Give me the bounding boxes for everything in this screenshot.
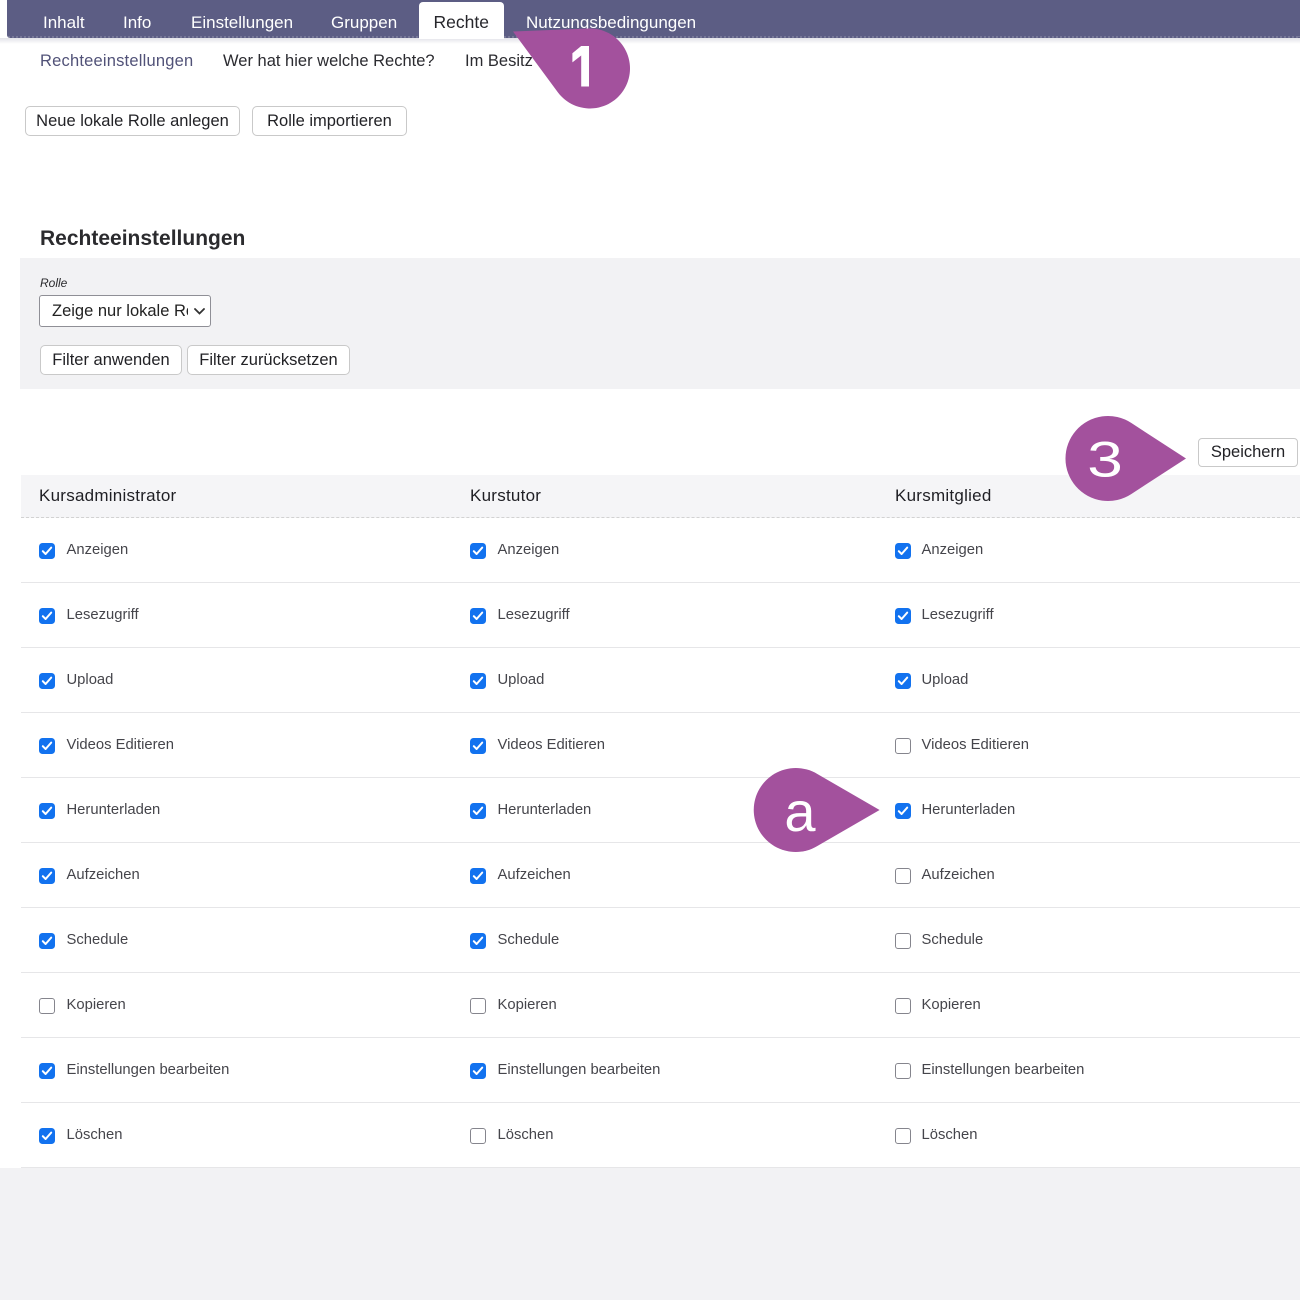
svg-text:a: a bbox=[784, 780, 816, 843]
svg-text:3: 3 bbox=[1087, 432, 1123, 488]
